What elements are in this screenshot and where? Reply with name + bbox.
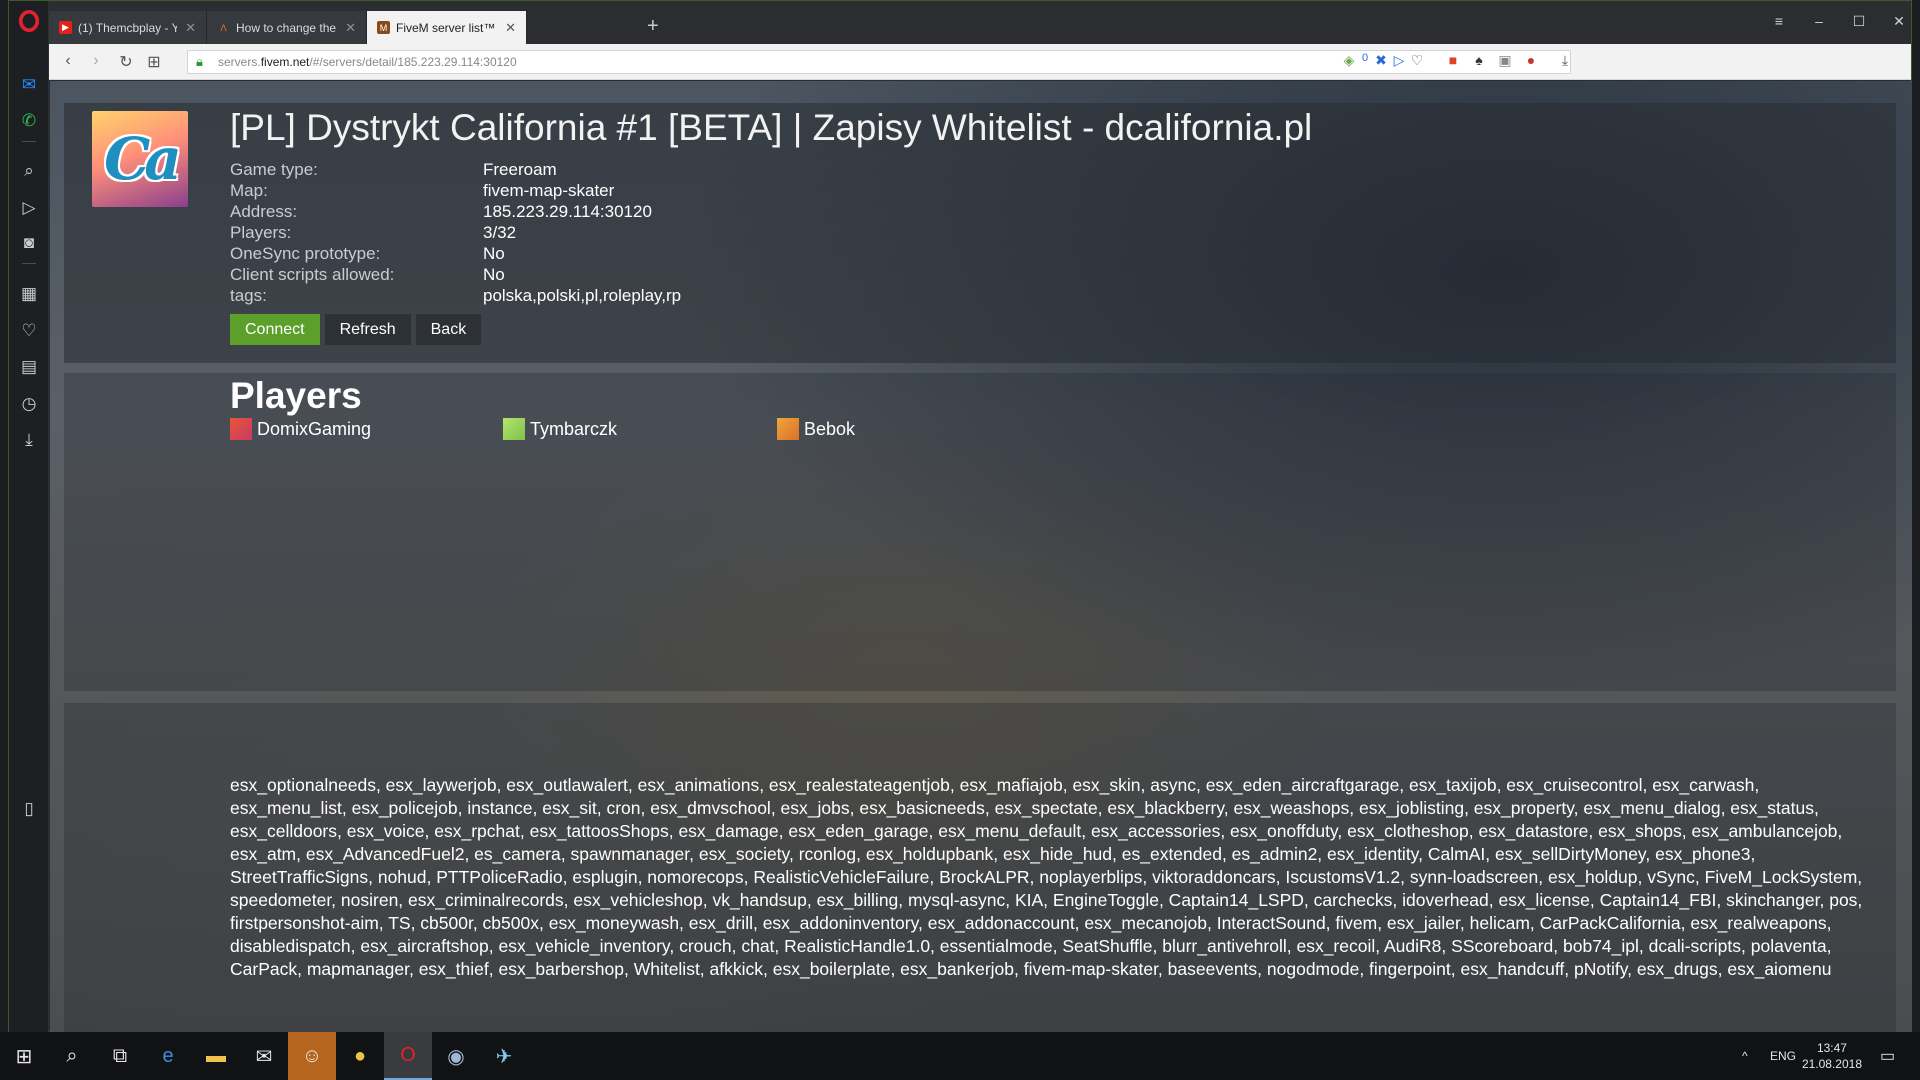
news-icon[interactable]: ▤ [17, 355, 41, 379]
player-item: DomixGaming [230, 418, 371, 440]
task-view-icon[interactable]: ⧉ [96, 1032, 144, 1080]
player-color-swatch [777, 418, 799, 440]
info-row: Game type: Freeroam [230, 160, 557, 179]
back-button[interactable]: Back [415, 314, 482, 345]
tab-howto[interactable]: Λ How to change the button ✕ [207, 11, 367, 44]
info-row: OneSync prototype: No [230, 244, 505, 263]
tab-fivem[interactable]: M FiveM server list™ ✕ [367, 11, 527, 44]
new-tab-icon[interactable]: + [647, 15, 659, 38]
server-actions: Connect Refresh Back [230, 314, 482, 345]
mail-icon[interactable]: ✉ [240, 1032, 288, 1080]
extension-icon[interactable]: ♠ [1469, 52, 1489, 68]
search-icon[interactable]: ⌕ [17, 159, 41, 183]
page-content: Ca [PL] Dystrykt California #1 [BETA] | … [50, 81, 1912, 1033]
steam-icon[interactable]: ◉ [432, 1032, 480, 1080]
close-tab-icon[interactable]: ✕ [505, 20, 516, 36]
opera-logo-icon[interactable] [17, 9, 41, 33]
opera-icon[interactable]: O [384, 1032, 432, 1080]
discord-icon[interactable]: ☺ [288, 1032, 336, 1080]
system-clock[interactable]: 13:47 21.08.2018 [1802, 1040, 1862, 1072]
sidebar-divider [22, 263, 36, 264]
search-icon[interactable]: ⌕ [48, 1032, 96, 1080]
fivem-app-icon[interactable]: ✈ [480, 1032, 528, 1080]
vpn-icon[interactable]: ✖ [1371, 52, 1391, 69]
downloads-icon[interactable]: ⤓ [1555, 52, 1575, 69]
refresh-button[interactable]: Refresh [324, 314, 411, 345]
lock-icon: 🔒︎ [196, 54, 203, 69]
info-row: Players: 3/32 [230, 223, 517, 242]
extension-icon[interactable]: ▣ [1495, 52, 1515, 69]
speed-dial-icon[interactable]: ▦ [17, 282, 41, 306]
extension-icon[interactable]: ■ [1443, 52, 1463, 68]
whatsapp-icon[interactable]: ✆ [17, 109, 41, 133]
browser-window: ✉ ✆ ⌕ ▷ ◙ ▦ ♡ ▤ ◷ ⤓ ▯ ▶ (1) Themcbplay -… [8, 0, 1912, 1033]
generic-page-icon: Λ [220, 22, 227, 33]
fivem-icon: M [377, 21, 390, 34]
history-icon[interactable]: ◷ [17, 392, 41, 416]
opera-sidebar: ✉ ✆ ⌕ ▷ ◙ ▦ ♡ ▤ ◷ ⤓ ▯ [9, 1, 49, 1033]
windows-start-icon[interactable]: ⊞ [0, 1032, 48, 1080]
youtube-icon: ▶ [59, 21, 72, 34]
server-title: [PL] Dystrykt California #1 [BETA] | Zap… [230, 107, 1313, 148]
back-icon[interactable]: ‹ [57, 52, 79, 70]
reload-icon[interactable]: ↻ [115, 52, 137, 72]
maximize-icon[interactable]: ☐ [1849, 13, 1869, 30]
tab-youtube[interactable]: ▶ (1) Themcbplay - YouTube ✕ [49, 11, 207, 44]
file-explorer-icon[interactable]: ▬ [192, 1032, 240, 1080]
heart-icon[interactable]: ♡ [17, 319, 41, 343]
bookmark-heart-icon[interactable]: ♡ [1407, 52, 1427, 69]
language-indicator[interactable]: ENG [1770, 1032, 1796, 1080]
player-color-swatch [230, 418, 252, 440]
close-window-icon[interactable]: ✕ [1889, 13, 1909, 30]
edge-icon[interactable]: e [144, 1032, 192, 1080]
navigation-bar: ‹ › ↻ ⊞ 🔒︎ servers. fivem.net/#/servers/d… [49, 44, 1911, 80]
resources-list: esx_optionalneeds, esx_laywerjob, esx_ou… [230, 775, 1863, 979]
player-item: Bebok [777, 418, 855, 440]
minimize-icon[interactable]: – [1809, 13, 1829, 29]
sidebar-toggle-icon[interactable]: ▯ [17, 797, 41, 821]
players-heading: Players [230, 375, 362, 416]
taskbar: ⊞ ⌕ ⧉ e ▬ ✉ ☺ ● O ◉ ✈ ^ ENG 13:47 21.08.… [0, 1032, 1920, 1080]
extension-icon[interactable]: ● [1521, 52, 1541, 68]
server-logo: Ca [92, 111, 188, 207]
messenger-icon[interactable]: ✉ [17, 73, 41, 97]
sidebar-divider [22, 141, 36, 142]
player-color-swatch [503, 418, 525, 440]
tray-chevron-icon[interactable]: ^ [1742, 1032, 1748, 1080]
download-icon[interactable]: ⤓ [17, 428, 41, 452]
info-row: Map: fivem-map-skater [230, 181, 615, 200]
flow-icon[interactable]: ▷ [1389, 52, 1409, 69]
hs-app-icon[interactable]: ● [336, 1032, 384, 1080]
info-row: Client scripts allowed: No [230, 265, 505, 284]
camera-icon[interactable]: ◙ [17, 231, 41, 255]
connect-button[interactable]: Connect [230, 314, 320, 345]
notifications-icon[interactable]: ▭ [1880, 1032, 1895, 1080]
menu-icon[interactable]: ≡ [1769, 13, 1789, 29]
forward-icon[interactable]: › [85, 52, 107, 70]
player-item: Tymbarczk [503, 418, 617, 440]
close-tab-icon[interactable]: ✕ [185, 20, 196, 36]
close-tab-icon[interactable]: ✕ [345, 20, 356, 36]
tabs-grid-icon[interactable]: ⊞ [143, 52, 165, 72]
info-row: tags: polska,polski,pl,roleplay,rp [230, 286, 682, 305]
server-info: Game type: Freeroam Map: fivem-map-skater … [230, 159, 681, 306]
info-row: Address: 185.223.29.114:30120 [230, 202, 652, 221]
send-icon[interactable]: ▷ [17, 196, 41, 220]
